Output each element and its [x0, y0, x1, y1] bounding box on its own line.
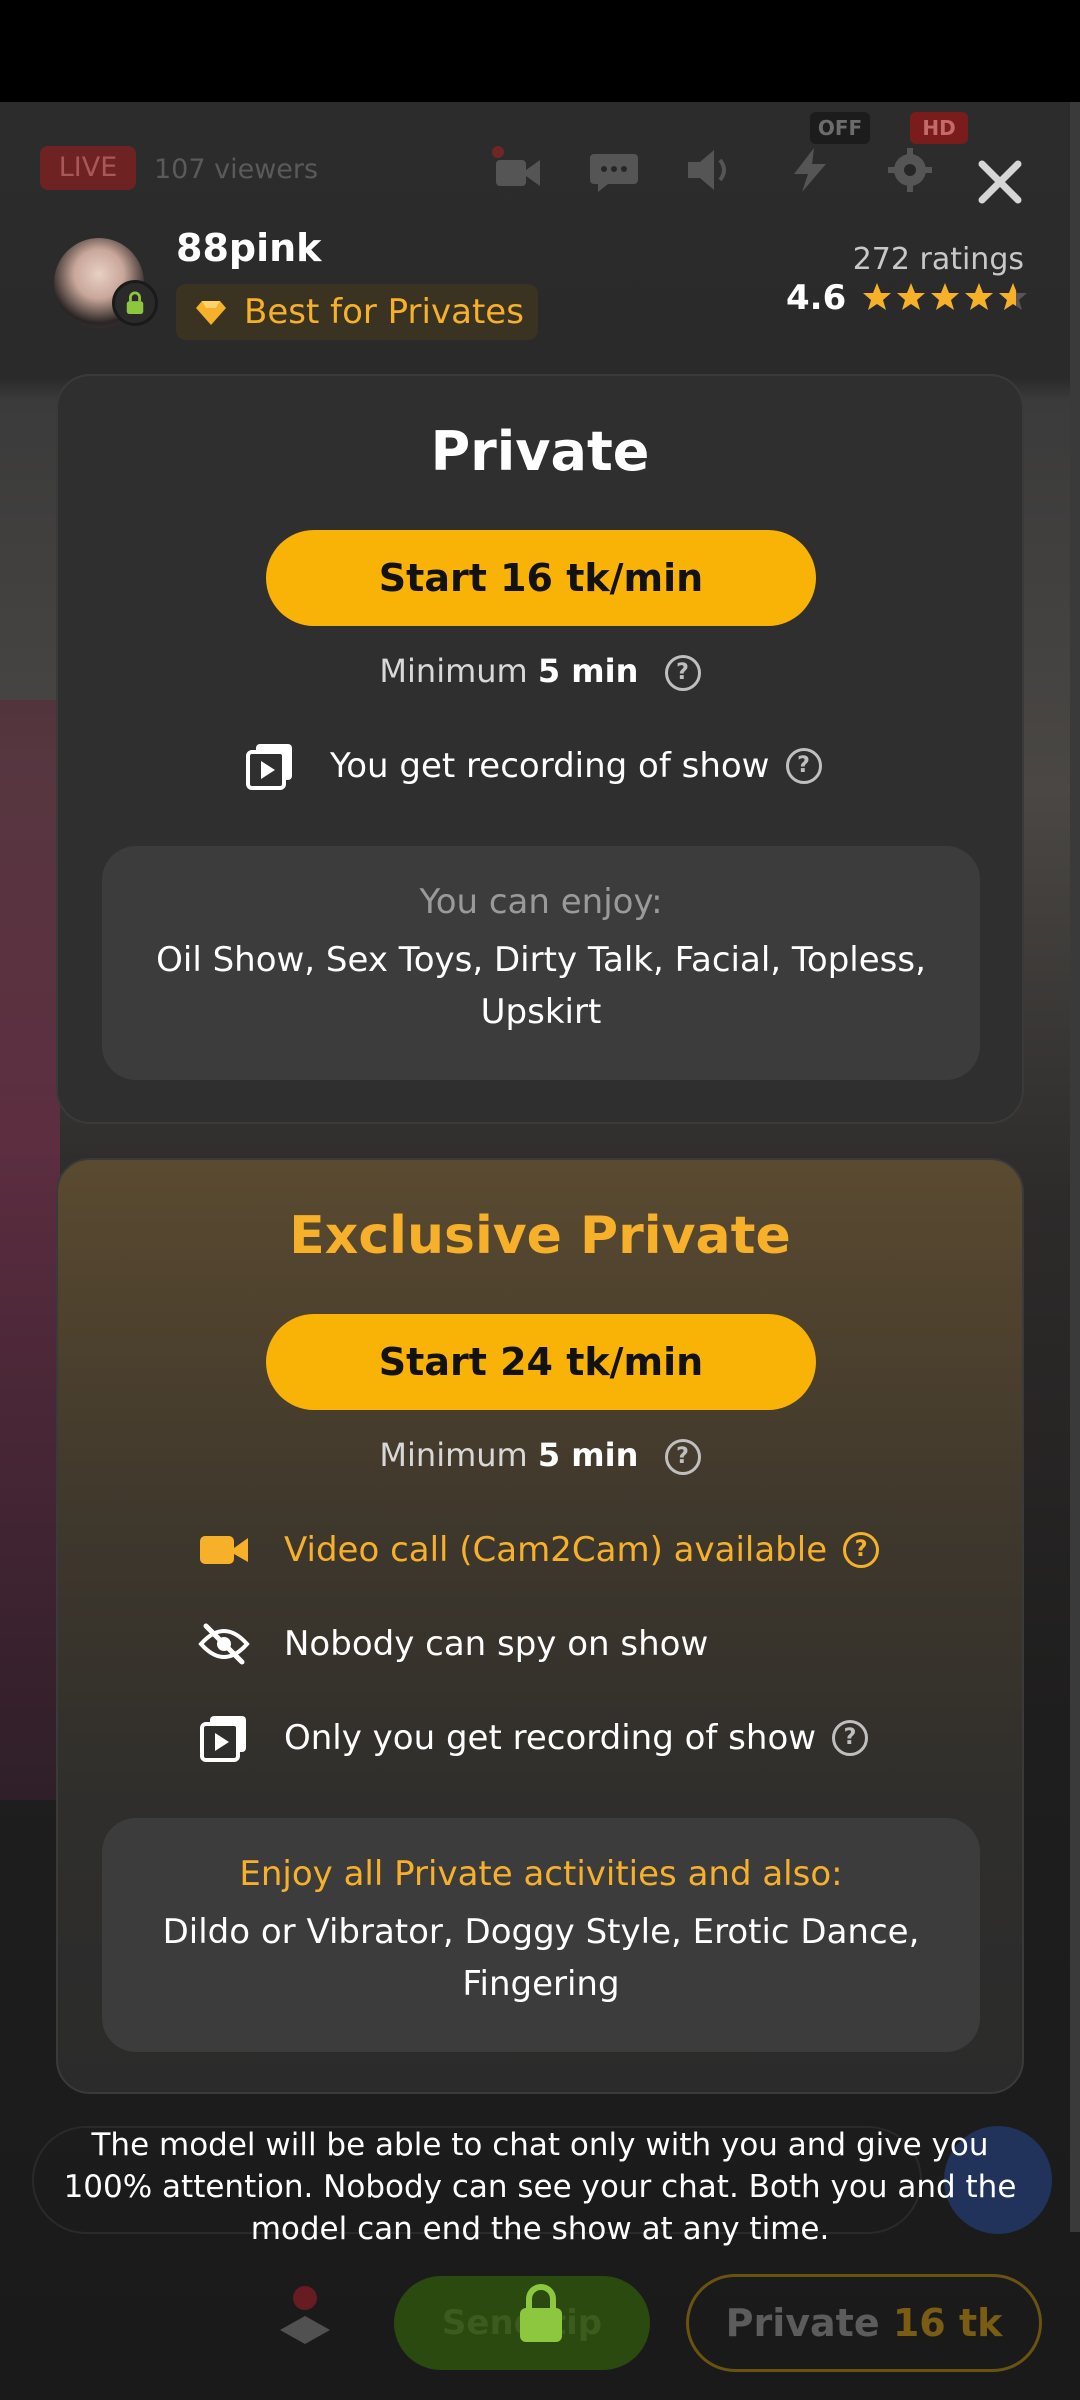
exclusive-enjoy-box: Enjoy all Private activities and also: D… [102, 1818, 980, 2052]
off-badge: OFF [810, 112, 870, 144]
chat-icon[interactable] [588, 146, 640, 194]
live-badge: LIVE [40, 146, 136, 190]
video-background-detail [0, 700, 60, 1800]
enjoy-list: Dildo or Vibrator, Doggy Style, Erotic D… [162, 1912, 920, 2004]
scroll-indicator [1070, 102, 1080, 2232]
lock-icon [516, 2282, 566, 2344]
hd-badge: HD [910, 112, 968, 144]
close-icon [978, 160, 1022, 204]
close-button[interactable] [968, 150, 1032, 214]
enjoy-list: Oil Show, Sex Toys, Dirty Talk, Facial, … [156, 940, 926, 1032]
private-title: Private [430, 420, 650, 483]
model-username: 88pink [176, 226, 322, 270]
feature-label: You get recording of show [330, 746, 770, 786]
exclusive-private-card: Exclusive Private Start 24 tk/min Minimu… [56, 1158, 1024, 2094]
feature-label: Nobody can spy on show [284, 1624, 709, 1664]
private-enjoy-box: You can enjoy: Oil Show, Sex Toys, Dirty… [102, 846, 980, 1080]
rating-stars [862, 282, 1028, 312]
rating-value: 4.6 [786, 278, 847, 318]
feature-cam2cam: Video call (Cam2Cam) available ? [198, 1524, 880, 1576]
start-exclusive-button[interactable]: Start 24 tk/min [266, 1314, 816, 1410]
diamond-icon [196, 301, 226, 325]
private-button-price: 16 tk [892, 2301, 1003, 2345]
star-icon [863, 283, 891, 310]
minimum-label: Minimum [379, 652, 528, 690]
ratings-count: 272 ratings [852, 242, 1024, 277]
eye-off-icon [198, 1618, 250, 1670]
volume-icon[interactable] [684, 146, 736, 194]
private-show-button: Private 16 tk [686, 2274, 1042, 2372]
help-icon[interactable]: ? [664, 655, 701, 691]
help-icon[interactable]: ? [843, 1532, 880, 1568]
half-star-icon [999, 283, 1027, 310]
badge-label: Best for Privates [244, 292, 524, 332]
help-icon[interactable]: ? [785, 748, 822, 784]
private-feature-recording: You get recording of show ? [244, 740, 822, 792]
exclusive-minimum: Minimum 5 min ? [58, 1436, 1022, 1475]
help-icon[interactable]: ? [664, 1439, 701, 1475]
private-minimum: Minimum 5 min ? [58, 652, 1022, 691]
minimum-value: 5 min [537, 652, 639, 690]
viewer-count: 107 viewers [154, 154, 319, 185]
star-icon [965, 283, 993, 310]
recording-icon [198, 1712, 250, 1764]
camera-icon[interactable] [490, 146, 542, 194]
recording-icon [244, 740, 296, 792]
cam-toggle-icon [270, 2280, 340, 2350]
private-card: Private Start 16 tk/min Minimum 5 min ? … [56, 374, 1024, 1124]
lightning-icon[interactable] [784, 146, 836, 194]
lock-icon [112, 280, 158, 326]
feature-label: Video call (Cam2Cam) available [284, 1530, 828, 1570]
feature-no-spy: Nobody can spy on show [198, 1618, 708, 1670]
private-info-text: The model will be able to chat only with… [63, 2127, 1017, 2247]
minimum-value: 5 min [537, 1436, 639, 1474]
best-for-privates-badge: Best for Privates [176, 284, 538, 340]
status-bar [0, 0, 1080, 102]
star-icon [931, 283, 959, 310]
minimum-label: Minimum [379, 1436, 528, 1474]
enjoy-title: Enjoy all Private activities and also: [239, 1854, 843, 1894]
private-button-label: Private [725, 2301, 880, 2345]
enjoy-title: You can enjoy: [419, 882, 663, 922]
star-icon [897, 283, 925, 310]
feature-recording: Only you get recording of show ? [198, 1712, 869, 1764]
help-icon[interactable]: ? [832, 1720, 869, 1756]
feature-label: Only you get recording of show [284, 1718, 817, 1758]
gear-icon[interactable] [884, 146, 936, 194]
video-camera-icon [198, 1524, 250, 1576]
start-private-button[interactable]: Start 16 tk/min [266, 530, 816, 626]
exclusive-title: Exclusive Private [289, 1206, 791, 1266]
